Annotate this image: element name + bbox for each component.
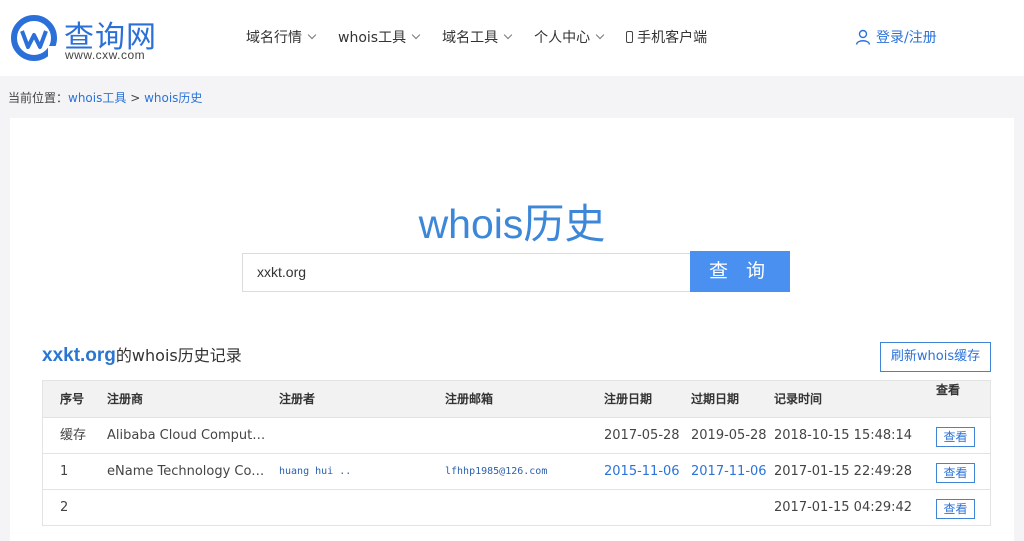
user-icon — [855, 29, 871, 45]
refresh-cache-button[interactable]: 刷新whois缓存 — [880, 342, 991, 372]
records-title: xxkt.org的whois历史记录 — [42, 342, 242, 367]
records-suffix: 的whois历史记录 — [115, 346, 242, 365]
table-row: 缓存 Alibaba Cloud Computin... 2017-05-28 … — [43, 417, 990, 453]
breadcrumb-current[interactable]: whois历史 — [144, 91, 202, 105]
cell-recorded: 2018-10-15 15:48:14 — [774, 428, 913, 443]
cell-registrant[interactable]: huang hui .. — [279, 454, 409, 490]
nav-label: 域名工具 — [442, 30, 499, 46]
search-button[interactable]: 查 询 — [690, 251, 790, 292]
nav-item-domain-tools[interactable]: 域名工具 — [442, 27, 513, 47]
chevron-down-icon — [595, 30, 605, 40]
header-email: 注册邮箱 — [445, 392, 494, 406]
main-nav: 域名行情 whois工具 域名工具 个人中心 手机客户端 — [246, 27, 730, 47]
cell-registrar: eName Technology Co. L... — [107, 464, 267, 479]
cell-recorded: 2017-01-15 22:49:28 — [774, 464, 913, 479]
records-domain: xxkt.org — [42, 345, 116, 366]
table-header-row: 序号 注册商 注册者 注册邮箱 注册日期 过期日期 记录时间 查看 — [43, 381, 990, 417]
main-panel: whois历史 xxkt.org 查 询 xxkt.org的whois历史记录 … — [10, 118, 1014, 541]
breadcrumb-separator: > — [126, 91, 145, 105]
view-button[interactable]: 查看 — [936, 499, 975, 519]
chevron-down-icon — [307, 30, 317, 40]
header-registrar: 注册商 — [107, 392, 144, 406]
header-no: 序号 — [60, 392, 85, 406]
cell-registrant — [279, 490, 409, 526]
nav-label: 域名行情 — [246, 30, 302, 46]
page-title: whois历史 — [418, 201, 606, 247]
view-cell: 查看 — [936, 454, 975, 490]
header-expires: 过期日期 — [691, 392, 740, 406]
logo-url: www.cxw.com — [65, 48, 146, 62]
whois-history-table: 序号 注册商 注册者 注册邮箱 注册日期 过期日期 记录时间 查看 缓存 Ali… — [42, 380, 991, 526]
header-recorded: 记录时间 — [774, 392, 823, 406]
cell-recorded: 2017-01-15 04:29:42 — [774, 500, 913, 515]
breadcrumb: 当前位置：whois工具 > whois历史 — [8, 89, 202, 106]
breadcrumb-whois-tools[interactable]: whois工具 — [68, 91, 126, 105]
cell-no: 缓存 — [60, 428, 87, 443]
table-row: 1 eName Technology Co. L... huang hui ..… — [43, 453, 990, 489]
cell-no: 1 — [60, 464, 69, 479]
cell-registrar — [107, 490, 267, 526]
table-row: 2 2017-01-15 04:29:42 查看 — [43, 489, 990, 525]
cell-created[interactable]: 2015-11-06 — [604, 454, 680, 490]
nav-label: whois工具 — [338, 30, 407, 46]
cell-registrar: Alibaba Cloud Computin... — [107, 428, 267, 443]
cell-email — [445, 490, 595, 526]
nav-item-whois-tools[interactable]: whois工具 — [338, 27, 421, 47]
header-view: 查看 — [936, 383, 961, 397]
cell-email[interactable]: lfhhp1985@126.com — [445, 454, 595, 490]
cell-created: 2017-05-28 — [604, 428, 680, 443]
login-link[interactable]: 登录/注册 — [855, 27, 937, 47]
nav-label: 个人中心 — [534, 30, 591, 46]
login-label: 登录/注册 — [876, 30, 937, 46]
cell-expires: 2019-05-28 — [691, 428, 767, 443]
view-cell: 查看 — [936, 490, 975, 526]
header-registrant: 注册者 — [279, 392, 316, 406]
nav-item-domain-market[interactable]: 域名行情 — [246, 27, 317, 47]
logo-mark-icon — [11, 15, 57, 61]
nav-item-user-center[interactable]: 个人中心 — [534, 27, 605, 47]
cell-email — [445, 418, 595, 454]
nav-item-mobile-app[interactable]: 手机客户端 — [626, 27, 707, 47]
view-button[interactable]: 查看 — [936, 427, 975, 447]
chevron-down-icon — [503, 30, 513, 40]
nav-label: 手机客户端 — [637, 30, 708, 46]
site-logo[interactable]: 查询网 www.cxw.com — [10, 10, 160, 66]
cell-registrant — [279, 418, 409, 454]
search-input[interactable]: xxkt.org — [242, 253, 691, 292]
view-button[interactable]: 查看 — [936, 463, 975, 483]
cell-expires[interactable]: 2017-11-06 — [691, 454, 767, 490]
chevron-down-icon — [411, 30, 421, 40]
view-cell: 查看 — [936, 418, 975, 454]
breadcrumb-prefix: 当前位置： — [8, 91, 69, 105]
phone-icon — [626, 31, 634, 43]
header-created: 注册日期 — [604, 392, 653, 406]
cell-no: 2 — [60, 500, 69, 515]
site-header: 查询网 www.cxw.com 域名行情 whois工具 域名工具 个人中心 手… — [0, 0, 1024, 76]
